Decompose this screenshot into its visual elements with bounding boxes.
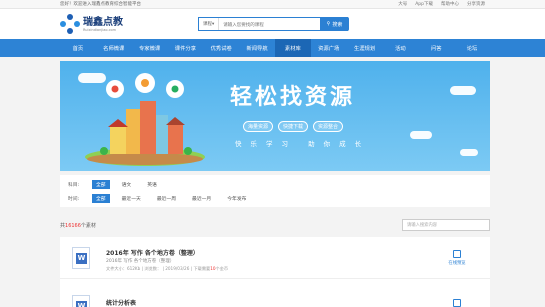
filter-option[interactable]: 最近一天 — [118, 194, 145, 203]
item-meta: 文件大小：612Kb | 浏览数： | 2019/03/26 | 下载需要10个… — [106, 266, 229, 271]
list-item[interactable]: W 统计分析表 — [60, 287, 490, 307]
list-item[interactable]: W 2016年 写作 各个地方卷（整理） 2016年 写作 各个地方卷（整理） … — [60, 237, 490, 279]
nav-item-career[interactable]: 生涯规划 — [347, 39, 383, 57]
banner-tags: 海量资源 快捷下载 资源整合 — [243, 121, 344, 132]
hero-banner: 轻松找资源 海量资源 快捷下载 资源整合 快乐学习 助你成长 — [60, 61, 490, 171]
welcome-text: 您好！欢迎进入瑞鑫点教育综合智能平台 — [60, 2, 141, 7]
nav-item-exams[interactable]: 优秀试卷 — [203, 39, 239, 57]
logo-icon — [60, 14, 80, 34]
banner-tag: 资源整合 — [313, 121, 344, 132]
nav-item-teacher-courses[interactable]: 名师微课 — [96, 39, 132, 57]
result-list: W 2016年 写作 各个地方卷（整理） 2016年 写作 各个地方卷（整理） … — [60, 237, 490, 307]
filter-option[interactable]: 语文 — [118, 180, 136, 189]
filter-option[interactable]: 全部 — [92, 180, 110, 189]
banner-tag: 快捷下载 — [278, 121, 309, 132]
word-doc-icon: W — [72, 295, 90, 307]
banner-title: 轻松找资源 — [230, 85, 356, 110]
search-button[interactable]: ⚲ 搜索 — [320, 17, 349, 31]
nav-item-forum[interactable]: 论坛 — [454, 39, 490, 57]
filter-label: 科目: — [68, 183, 80, 188]
item-title[interactable]: 统计分析表 — [106, 298, 136, 307]
preview-icon — [453, 250, 461, 258]
city-illustration — [85, 73, 205, 166]
filter-option[interactable]: 最近一周 — [153, 194, 180, 203]
site-header: 瑞鑫点教 Ruixindianjiao.com 课程▾ ⚲ 搜索 — [0, 9, 545, 39]
top-link-share[interactable]: 分享资源 — [467, 1, 485, 7]
filter-option[interactable]: 全部 — [92, 194, 110, 203]
search-icon: ⚲ — [326, 21, 331, 27]
filter-option[interactable]: 今年发布 — [223, 194, 250, 203]
filter-label: 时间: — [68, 197, 80, 202]
nav-item-expert-courses[interactable]: 专家微课 — [132, 39, 168, 57]
banner-tag: 海量资源 — [243, 121, 274, 132]
result-count-bar: 共16166个素材 请输入搜索内容 — [60, 219, 490, 233]
filter-option[interactable]: 最近一月 — [188, 194, 215, 203]
logo-text: 瑞鑫点教 — [83, 16, 123, 28]
nav-item-news[interactable]: 新闻导航 — [239, 39, 275, 57]
item-title[interactable]: 2016年 写作 各个地方卷（整理） — [106, 248, 199, 257]
site-logo[interactable]: 瑞鑫点教 Ruixindianjiao.com — [60, 14, 123, 34]
top-link-app[interactable]: App下载 — [415, 1, 433, 7]
nav-item-courseware[interactable]: 课件分享 — [167, 39, 203, 57]
item-desc: 2016年 写作 各个地方卷（整理） — [106, 259, 175, 264]
top-links: 大号 App下载 帮助中心 分享资源 — [398, 1, 485, 7]
top-link-font[interactable]: 大号 — [398, 1, 407, 7]
nav-item-qa[interactable]: 问答 — [418, 39, 454, 57]
nav-item-resource-square[interactable]: 资源广场 — [311, 39, 347, 57]
search-scope-select[interactable]: 课程 ▾ — [199, 18, 220, 30]
word-doc-icon: W — [72, 247, 90, 269]
top-bar: 您好！欢迎进入瑞鑫点教育综合智能平台 大号 App下载 帮助中心 分享资源 — [0, 0, 545, 9]
top-link-help[interactable]: 帮助中心 — [441, 1, 459, 7]
banner-slogan: 快乐学习 助你成长 — [235, 140, 371, 148]
nav-item-activities[interactable]: 活动 — [382, 39, 418, 57]
result-count: 共16166个素材 — [60, 223, 96, 229]
inner-search-input[interactable]: 请输入搜索内容 — [402, 219, 490, 231]
preview-button[interactable]: 在线预览 — [442, 250, 472, 266]
preview-button[interactable] — [442, 299, 472, 307]
filter-row-subject: 科目: 全部 语文 英语 — [68, 180, 169, 189]
nav-item-materials[interactable]: 素材库 — [274, 39, 311, 57]
filter-panel: 科目: 全部 语文 英语 时间: 全部 最近一天 最近一周 最近一月 今年发布 — [60, 175, 490, 207]
preview-icon — [453, 299, 461, 307]
logo-subtext: Ruixindianjiao.com — [83, 27, 117, 32]
filter-row-time: 时间: 全部 最近一天 最近一周 最近一月 今年发布 — [68, 194, 258, 203]
nav-item-home[interactable]: 首页 — [60, 39, 96, 57]
main-nav: 首页 名师微课 专家微课 课件分享 优秀试卷 新闻导航 素材库 资源广场 生涯规… — [0, 39, 545, 57]
filter-option[interactable]: 英语 — [143, 180, 161, 189]
